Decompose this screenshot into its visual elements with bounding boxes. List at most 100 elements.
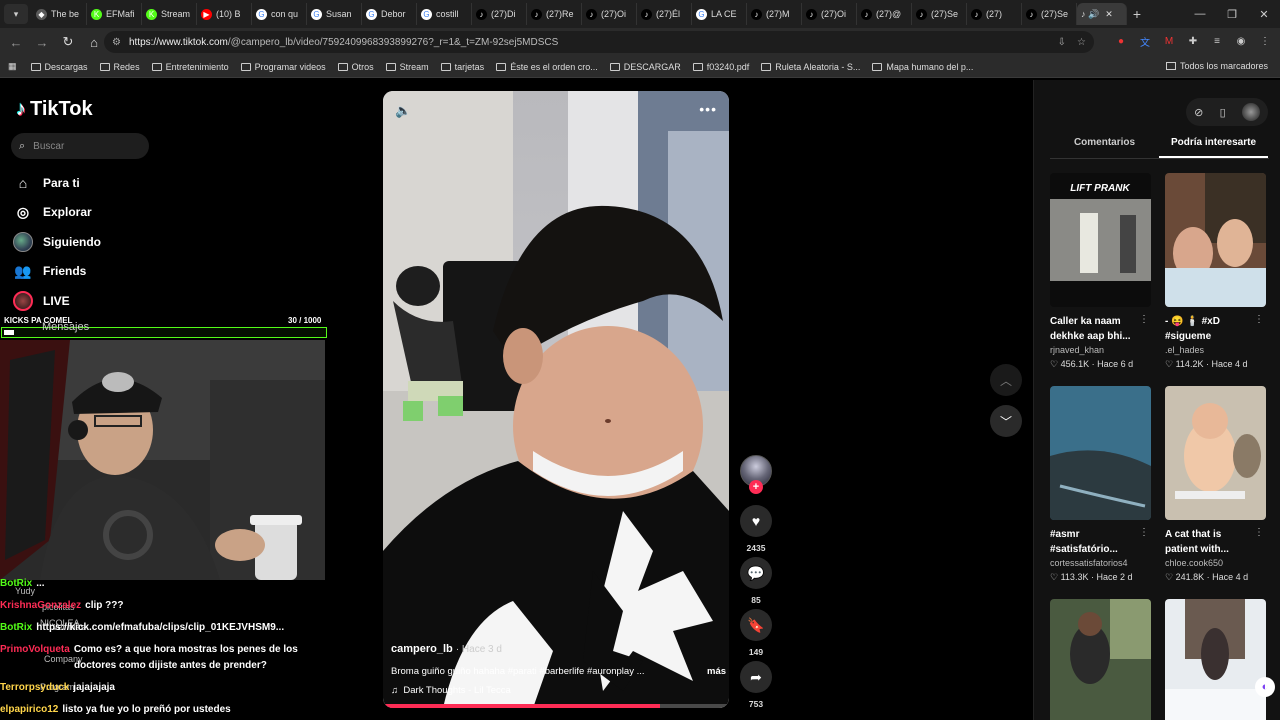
extension-red-icon[interactable]: ●: [1112, 32, 1130, 50]
tab-podria-interesarte[interactable]: Podría interesarte: [1159, 137, 1268, 158]
video-music[interactable]: ♫ Dark Thoughts - Lil Tecca: [391, 685, 511, 696]
comment-icon[interactable]: 💬: [740, 557, 772, 589]
browser-tab[interactable]: ▶ (10) B: [197, 3, 252, 25]
like-action[interactable]: ♥ 2435: [740, 505, 772, 553]
volume-icon[interactable]: 🔈: [395, 103, 411, 119]
card-author[interactable]: cortessatisfatorios4: [1050, 557, 1151, 570]
bookmark-item[interactable]: Éste es el orden cro...: [496, 62, 598, 72]
browser-tab[interactable]: ♪ (27)Re: [527, 3, 582, 25]
browser-tab-active[interactable]: ♪ 🔊 ✕: [1077, 3, 1127, 25]
recommended-video-card[interactable]: LIFT PRANK Caller ka naam dekhke aap bhi.…: [1050, 173, 1151, 372]
bookmark-item[interactable]: Ruleta Aleatoria - S...: [761, 62, 860, 72]
share-action[interactable]: ➦ 753: [740, 661, 772, 709]
next-video-button[interactable]: ﹀: [990, 405, 1022, 437]
video-thumbnail[interactable]: [1050, 386, 1151, 520]
browser-tab[interactable]: ♪ (27): [967, 3, 1022, 25]
video-thumbnail[interactable]: [1165, 173, 1266, 307]
bookmark-star-icon[interactable]: ☆: [1077, 37, 1086, 48]
video-player[interactable]: 🔈 ••• campero_lb · Hace 3 d Broma guiño …: [383, 91, 729, 708]
caption-more-link[interactable]: más: [707, 666, 726, 677]
browser-tab[interactable]: ♪ (27)M: [747, 3, 802, 25]
video-music-title[interactable]: Dark Thoughts - Lil Tecca: [403, 685, 510, 696]
video-thumbnail[interactable]: [1165, 599, 1266, 720]
browser-tab[interactable]: Gcostill: [417, 3, 472, 25]
recommended-video-card[interactable]: #asmr #satisfatório... ⋮ cortessatisfatori…: [1050, 386, 1151, 585]
recommended-video-card[interactable]: - 😝 🕯️ #xD #sigueme​parama...⋮ .el_hades ♡…: [1165, 173, 1266, 372]
compass-icon[interactable]: ⊘: [1194, 106, 1203, 119]
media-controls-icon[interactable]: ≡: [1208, 32, 1226, 50]
all-bookmarks-folder[interactable]: Todos los marcadores: [1165, 61, 1268, 71]
back-button[interactable]: ←: [4, 30, 28, 54]
extensions-puzzle-icon[interactable]: ✚: [1184, 32, 1202, 50]
card-author[interactable]: .el_hades: [1165, 344, 1266, 357]
card-more-icon[interactable]: ⋮: [1139, 527, 1149, 538]
video-author[interactable]: campero_lb · Hace 3 d: [391, 643, 502, 655]
close-tab-icon[interactable]: ✕: [1105, 9, 1113, 20]
translate-extension-icon[interactable]: 文: [1136, 32, 1154, 50]
card-author[interactable]: rjnaved_khan: [1050, 344, 1151, 357]
bookmark-item[interactable]: Otros: [337, 62, 374, 72]
browser-tab[interactable]: Gcon qu: [252, 3, 307, 25]
video-author-name[interactable]: campero_lb: [391, 643, 453, 655]
bookmark-icon[interactable]: 🔖: [740, 609, 772, 641]
browser-tab[interactable]: K Stream: [142, 3, 197, 25]
tab-search-button[interactable]: ▾: [4, 4, 28, 24]
minimize-button[interactable]: —: [1184, 0, 1216, 28]
floating-assistant-icon[interactable]: ◐: [1255, 677, 1275, 697]
url-field[interactable]: ⚙ https://www.tiktok.com/@campero_lb/vid…: [104, 31, 1094, 53]
site-info-icon[interactable]: ⚙: [112, 37, 121, 48]
forward-button[interactable]: →: [30, 30, 54, 54]
card-title[interactable]: A cat that is patient with...: [1165, 527, 1255, 557]
card-more-icon[interactable]: ⋮: [1139, 314, 1149, 325]
profile-avatar-icon[interactable]: ◉: [1232, 32, 1250, 50]
browser-tab[interactable]: ♪ (27)Di: [472, 3, 527, 25]
tiktok-logo[interactable]: ♪ TikTok: [16, 98, 93, 121]
bookmark-item[interactable]: Redes: [99, 62, 140, 72]
bookmark-item[interactable]: Mapa humano del p...: [872, 62, 973, 72]
recommended-video-card[interactable]: [1050, 599, 1151, 720]
close-window-button[interactable]: ✕: [1248, 0, 1280, 28]
phone-icon[interactable]: ▯: [1220, 106, 1226, 119]
bookmark-item[interactable]: tarjetas: [440, 62, 484, 72]
reload-button[interactable]: ↻: [56, 30, 80, 54]
heart-icon[interactable]: ♥: [740, 505, 772, 537]
card-author[interactable]: chloe.cook650: [1165, 557, 1266, 570]
new-tab-button[interactable]: +: [1127, 6, 1147, 22]
video-thumbnail[interactable]: [1165, 386, 1266, 520]
follow-plus-icon[interactable]: +: [749, 480, 763, 494]
browser-tab[interactable]: ◆ The be: [32, 3, 87, 25]
bookmark-item[interactable]: Stream: [385, 62, 429, 72]
extension-m-icon[interactable]: M: [1160, 32, 1178, 50]
bookmark-item[interactable]: Programar videos: [240, 62, 326, 72]
video-progress-bar[interactable]: [383, 704, 729, 708]
browser-tab[interactable]: ♪ (27)Él: [637, 3, 692, 25]
card-title[interactable]: Caller ka naam dekhke aap bhi...: [1050, 314, 1140, 344]
tab-comentarios[interactable]: Comentarios: [1050, 137, 1159, 158]
nav-item-siguiendo[interactable]: Siguiendo: [13, 227, 101, 257]
bookmark-item[interactable]: DESCARGAR: [609, 62, 681, 72]
card-more-icon[interactable]: ⋮: [1254, 314, 1264, 325]
browser-tab[interactable]: ♪ (27)Se: [912, 3, 967, 25]
video-thumbnail[interactable]: [1050, 599, 1151, 720]
user-avatar[interactable]: [1241, 103, 1260, 121]
recommended-video-card[interactable]: A cat that is patient with... ⋮ chloe.cook…: [1165, 386, 1266, 585]
browser-tab[interactable]: G LA CE: [692, 3, 747, 25]
browser-menu-icon[interactable]: ⋮: [1256, 32, 1274, 50]
card-title[interactable]: - 😝 🕯️ #xD #sigueme​parama...: [1165, 314, 1255, 344]
video-thumbnail[interactable]: LIFT PRANK: [1050, 173, 1151, 307]
browser-tab[interactable]: G Susan: [307, 3, 362, 25]
browser-tab[interactable]: ♪ (27)Se: [1022, 3, 1077, 25]
bookmark-item[interactable]: Entretenimiento: [151, 62, 229, 72]
nav-item-para-ti[interactable]: ⌂ Para ti: [13, 168, 101, 198]
browser-tab[interactable]: G Debor: [362, 3, 417, 25]
browser-tab[interactable]: ♪ (27)Oi: [802, 3, 857, 25]
browser-tab[interactable]: ♪ (27)@: [857, 3, 912, 25]
maximize-button[interactable]: ❐: [1216, 0, 1248, 28]
card-more-icon[interactable]: ⋮: [1254, 527, 1264, 538]
more-options-icon[interactable]: •••: [699, 101, 717, 117]
home-button[interactable]: ⌂: [82, 30, 106, 54]
nav-item-friends[interactable]: 👥 Friends: [13, 257, 101, 287]
card-title[interactable]: #asmr #satisfatório...: [1050, 527, 1140, 557]
previous-video-button[interactable]: ︿: [990, 364, 1022, 396]
search-input[interactable]: ⌕ Buscar: [11, 133, 149, 159]
